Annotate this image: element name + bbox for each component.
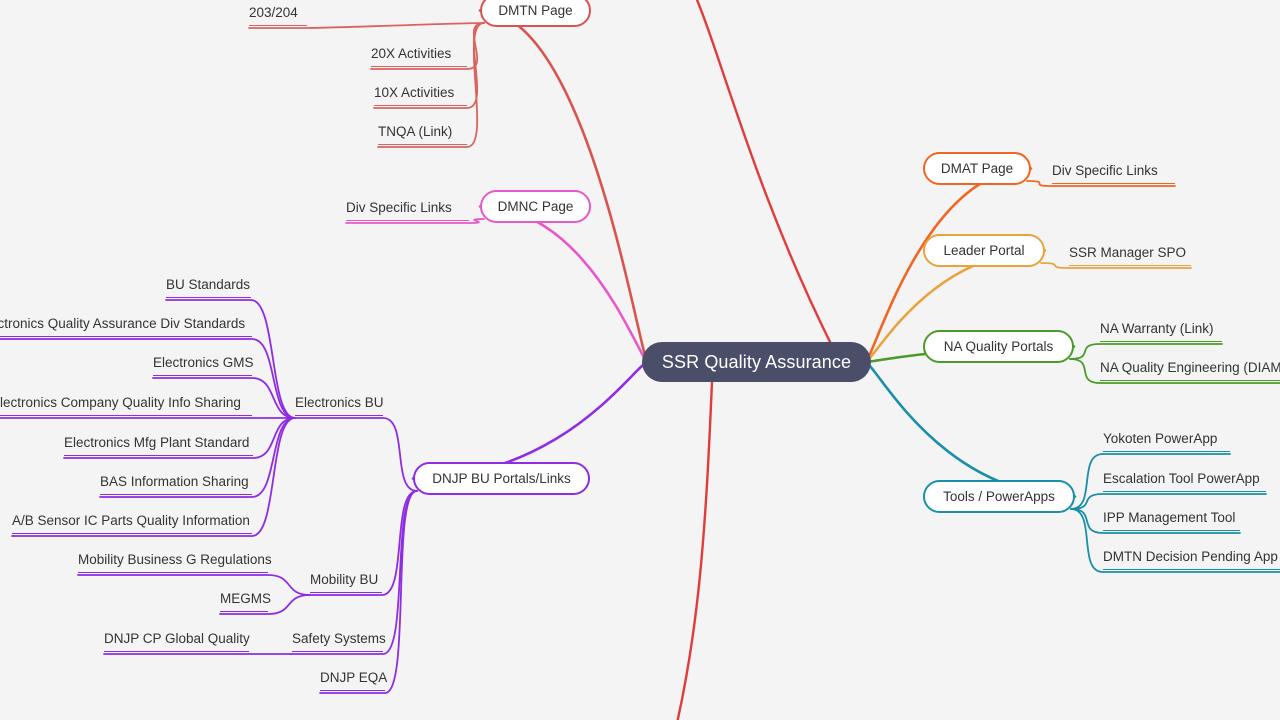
- leaf-node-label: MEGMS: [220, 591, 272, 606]
- leaf-node-label: Div Specific Links: [346, 200, 452, 215]
- leaf-node-label: BAS Information Sharing: [100, 474, 249, 489]
- branch-node-dmnc[interactable]: DMNC Page: [480, 190, 591, 223]
- leaf-node-label: SSR Manager SPO: [1069, 245, 1187, 260]
- leaf-node-label: A/B Sensor IC Parts Quality Information: [12, 513, 250, 528]
- leaf-node[interactable]: 203/204: [249, 6, 307, 26]
- leaf-node-label: Electronics Mfg Plant Standard: [64, 435, 250, 450]
- leaf-node-label: 20X Activities: [371, 46, 452, 61]
- leaf-node-label: Mobility BU: [310, 572, 379, 587]
- branch-node-dmtn[interactable]: DMTN Page: [480, 0, 591, 27]
- leaf-node[interactable]: BU Standards: [166, 278, 251, 298]
- leaf-node[interactable]: MEGMS: [220, 591, 272, 612]
- hub-node[interactable]: Safety Systems: [292, 631, 386, 652]
- branch-node-label: DMNC Page: [497, 199, 574, 214]
- leaf-node-label: Yokoten PowerApp: [1103, 431, 1218, 446]
- leaf-node-label: NA Warranty (Link): [1100, 321, 1214, 336]
- mindmap-canvas: SSR Quality Assurance DMTN Page 203/204 20…: [0, 0, 1280, 720]
- branch-node-label: Leader Portal: [943, 243, 1025, 258]
- leaf-node-label: TNQA (Link): [378, 124, 453, 139]
- leaf-node[interactable]: Electronics Quality Assurance Div Standa…: [0, 317, 252, 337]
- leaf-node-label: DNJP CP Global Quality: [104, 631, 250, 646]
- branch-node-label: Tools / PowerApps: [943, 489, 1055, 504]
- leaf-node[interactable]: 10X Activities: [374, 86, 467, 106]
- branch-node-label: DNJP BU Portals/Links: [432, 471, 571, 486]
- leaf-node-label: Escalation Tool PowerApp: [1103, 471, 1260, 486]
- leaf-node-label: DNJP EQA: [320, 670, 388, 685]
- leaf-node[interactable]: Div Specific Links: [1052, 164, 1175, 184]
- branch-node-leader[interactable]: Leader Portal: [923, 234, 1045, 267]
- leaf-node[interactable]: TNQA (Link): [378, 125, 467, 145]
- leaf-node[interactable]: IPP Management Tool: [1103, 511, 1240, 531]
- leaf-node-label: Electronics Quality Assurance Div Standa…: [0, 316, 246, 331]
- leaf-node[interactable]: NA Warranty (Link): [1100, 322, 1222, 342]
- leaf-node-label: Mobility Business G Regulations: [78, 552, 272, 567]
- leaf-node-label: Div Specific Links: [1052, 163, 1158, 178]
- leaf-node-label: 203/204: [249, 5, 298, 20]
- leaf-node[interactable]: NA Quality Engineering (DIAMOND): [1100, 361, 1280, 381]
- leaf-node[interactable]: SSR Manager SPO: [1069, 246, 1191, 266]
- leaf-node[interactable]: DNJP CP Global Quality: [104, 631, 250, 652]
- leaf-node[interactable]: BAS Information Sharing: [100, 475, 252, 495]
- branch-node-label: NA Quality Portals: [943, 339, 1054, 354]
- leaf-node-label: Electronics BU: [295, 395, 384, 410]
- leaf-node[interactable]: Mobility Business G Regulations: [78, 553, 272, 573]
- leaf-node-label: Electronics Company Quality Info Sharing: [0, 395, 241, 410]
- leaf-node-label: IPP Management Tool: [1103, 510, 1236, 525]
- leaf-node[interactable]: DMTN Decision Pending App: [1103, 550, 1280, 570]
- leaf-node[interactable]: Electronics Company Quality Info Sharing: [0, 396, 252, 416]
- leaf-node[interactable]: A/B Sensor IC Parts Quality Information: [12, 514, 252, 534]
- leaf-node[interactable]: Electronics Mfg Plant Standard: [64, 436, 253, 456]
- leaf-node-label: BU Standards: [166, 277, 251, 292]
- branch-node-label: DMTN Page: [498, 3, 573, 18]
- leaf-node[interactable]: Div Specific Links: [346, 201, 469, 221]
- hub-node[interactable]: Electronics BU: [295, 395, 384, 416]
- leaf-node-label: Safety Systems: [292, 631, 386, 646]
- branch-node-tools[interactable]: Tools / PowerApps: [923, 480, 1075, 513]
- branch-node-dnjp[interactable]: DNJP BU Portals/Links: [413, 462, 590, 495]
- leaf-node-label: DMTN Decision Pending App: [1103, 549, 1278, 564]
- leaf-node[interactable]: 20X Activities: [371, 47, 467, 67]
- branch-node-naquality[interactable]: NA Quality Portals: [923, 330, 1074, 363]
- branch-node-dmat[interactable]: DMAT Page: [923, 152, 1031, 185]
- leaf-node[interactable]: Yokoten PowerApp: [1103, 432, 1230, 452]
- root-node[interactable]: SSR Quality Assurance: [642, 342, 871, 382]
- leaf-node-label: NA Quality Engineering (DIAMOND): [1100, 360, 1280, 375]
- leaf-node[interactable]: DNJP EQA: [320, 670, 388, 691]
- leaf-node[interactable]: Electronics GMS: [153, 355, 254, 376]
- leaf-node-label: Electronics GMS: [153, 355, 254, 370]
- branch-node-label: DMAT Page: [940, 161, 1014, 176]
- leaf-node[interactable]: Escalation Tool PowerApp: [1103, 472, 1266, 492]
- leaf-node-label: 10X Activities: [374, 85, 455, 100]
- hub-node[interactable]: Mobility BU: [310, 573, 382, 593]
